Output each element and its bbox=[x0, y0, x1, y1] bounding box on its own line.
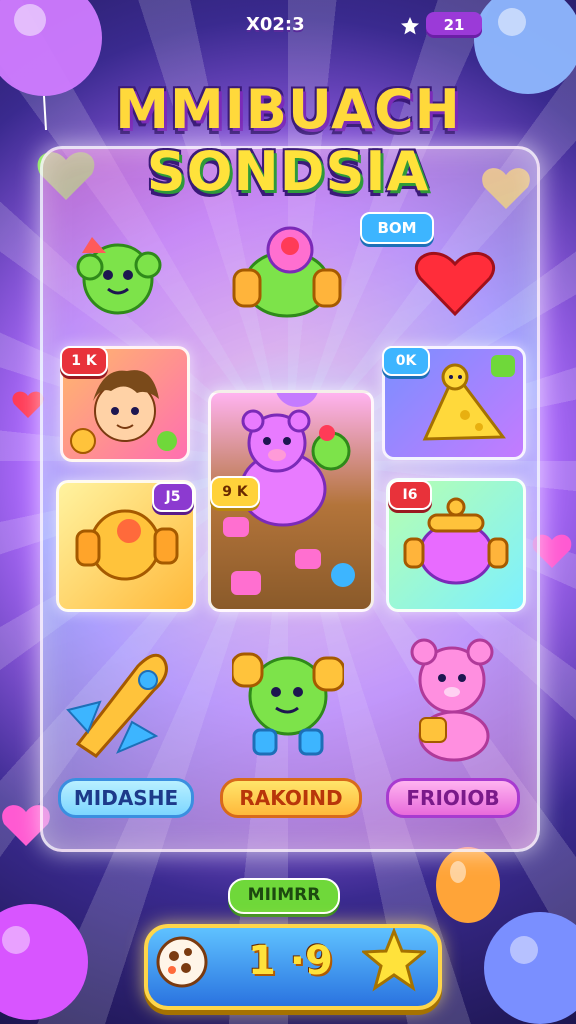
score-counter[interactable]: 21 bbox=[426, 12, 482, 38]
pink-bear-creature[interactable] bbox=[402, 632, 506, 764]
cannon-left-card-tag: J5 bbox=[152, 482, 194, 512]
bottom-counter-value: 1 ·9 bbox=[248, 938, 333, 984]
green-blob-creature[interactable] bbox=[70, 225, 166, 321]
gold-star-icon[interactable] bbox=[362, 928, 426, 992]
label-button-midashe[interactable]: MIDASHE bbox=[58, 778, 194, 818]
label-button-frioiob[interactable]: FRIOIOB bbox=[386, 778, 520, 818]
green-cannon-creature[interactable] bbox=[230, 222, 344, 326]
cheese-card-tag: 0K bbox=[382, 346, 430, 376]
pot-card-tag: I6 bbox=[388, 480, 432, 510]
hero-card-tag: 1 K bbox=[60, 346, 108, 376]
top-hud: X02:3 21 bbox=[0, 10, 576, 44]
star-icon bbox=[401, 17, 419, 35]
footer-pill-button[interactable]: MIIMRR bbox=[228, 878, 340, 914]
red-heart-icon[interactable] bbox=[412, 248, 498, 318]
balloon-orange-icon bbox=[436, 847, 500, 923]
rocket-creature[interactable] bbox=[60, 640, 180, 760]
green-round-creature[interactable] bbox=[232, 644, 344, 758]
hud-code: X02:3 bbox=[246, 14, 305, 35]
cookie-avatar-icon[interactable] bbox=[154, 934, 210, 990]
pig-card-tag: 9 K bbox=[210, 476, 260, 508]
game-title-line2: SONDSIA bbox=[146, 140, 430, 203]
balloon-bottom-left-icon bbox=[0, 904, 88, 1020]
board-top-tag[interactable]: BOM bbox=[360, 212, 434, 244]
label-button-rakoind[interactable]: RAKOIND bbox=[220, 778, 362, 818]
balloon-bottom-right-icon bbox=[484, 912, 576, 1024]
game-title-line1: MMIBUACH bbox=[115, 78, 461, 141]
